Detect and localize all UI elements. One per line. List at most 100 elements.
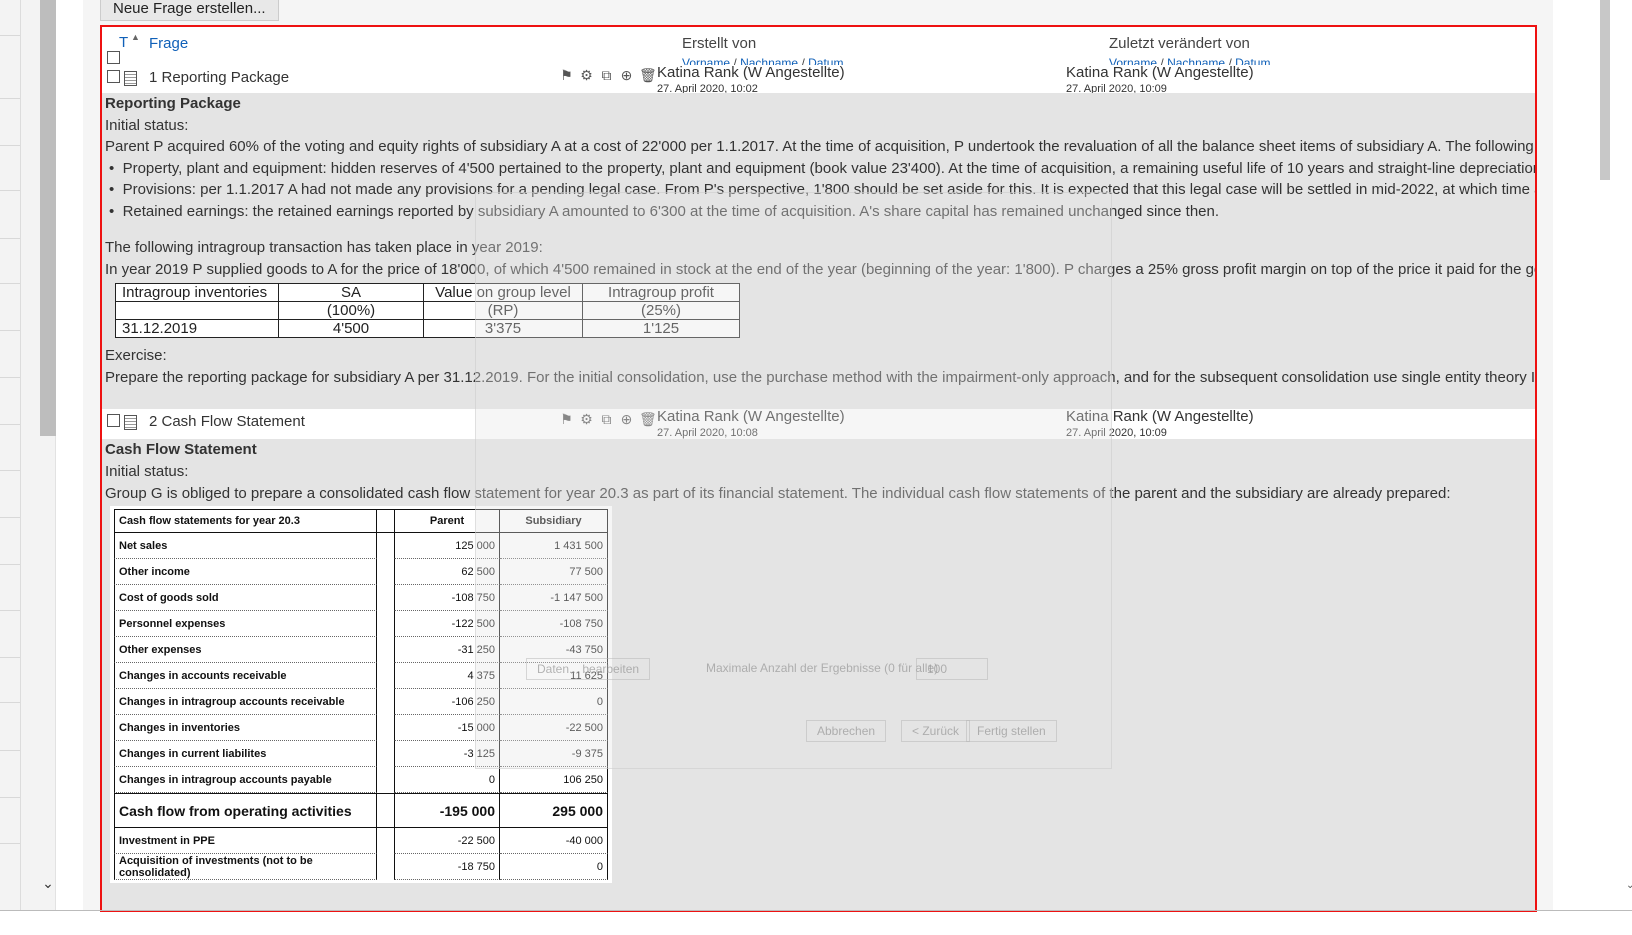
gutter-row	[0, 750, 20, 751]
table-row: Investment in PPE -22 500 -40 000	[114, 828, 608, 854]
preview-text: Parent P acquired 60% of the voting and …	[105, 138, 1537, 155]
row-gap	[377, 585, 394, 611]
subsidiary-value: 106 250	[500, 767, 608, 793]
chevron-down-icon[interactable]: ⌄	[1626, 880, 1632, 892]
right-scrollbar-thumb[interactable]	[1600, 0, 1610, 180]
back-button: < Zurück	[901, 720, 971, 742]
table-header: Cash flow statements for year 20.3	[114, 509, 377, 533]
document-icon	[124, 71, 137, 86]
new-question-button[interactable]: Neue Frage erstellen...	[100, 0, 279, 21]
row-gap	[377, 689, 394, 715]
row-label: Changes in inventories	[114, 715, 377, 741]
gutter-row	[0, 564, 20, 565]
row-gap	[377, 793, 394, 828]
zoom-icon[interactable]: ⊕	[619, 68, 634, 83]
row-label: Changes in intragroup accounts receivabl…	[114, 689, 377, 715]
gutter-row	[0, 797, 20, 798]
row-label: Other income	[114, 559, 377, 585]
gutter-row	[0, 35, 20, 36]
table-header: Intragroup inventories	[115, 283, 279, 302]
row-label: Investment in PPE	[114, 828, 377, 854]
row-gap	[377, 715, 394, 741]
window-divider	[0, 910, 1632, 911]
row-gap	[377, 854, 394, 880]
row-label: Personnel expenses	[114, 611, 377, 637]
row-gap	[377, 663, 394, 689]
row-gap	[377, 559, 394, 585]
subsidiary-value: 0	[500, 854, 608, 880]
row-label: Net sales	[114, 533, 377, 559]
parent-value: -195 000	[394, 793, 500, 828]
question-title[interactable]: 1 Reporting Package	[149, 69, 289, 86]
cancel-button: Abbrechen	[806, 720, 887, 742]
subsidiary-value: -40 000	[500, 828, 608, 854]
row-gap	[377, 533, 394, 559]
row-label: Changes in accounts receivable	[114, 663, 377, 689]
gutter-row	[0, 98, 20, 99]
edit-data-button: Daten... bearbeiten	[526, 658, 651, 680]
gutter-row	[0, 238, 20, 239]
question-title[interactable]: 2 Cash Flow Statement	[149, 413, 305, 430]
modified-by-header: Zuletzt verändert von	[1109, 35, 1250, 52]
row-gap	[377, 828, 394, 854]
table-row: Acquisition of investments (not to be co…	[114, 854, 608, 880]
table-header: SA	[278, 283, 424, 302]
row-gap	[377, 767, 394, 793]
left-scrollbar-thumb[interactable]	[40, 0, 56, 436]
preview-heading: Cash Flow Statement	[105, 441, 257, 458]
gutter-row	[0, 517, 20, 518]
gutter-row	[0, 610, 20, 611]
table-row: Cash flow from operating activities -195 …	[114, 793, 608, 828]
gutter-row	[0, 377, 20, 378]
type-column-header[interactable]: T	[119, 34, 128, 51]
parent-value: 0	[394, 767, 500, 793]
sort-ascending-icon[interactable]: ▲	[131, 32, 140, 42]
row-label: Cost of goods sold	[114, 585, 377, 611]
question-row[interactable]: 1 Reporting Package ⚑ ⚙ ⧉ ⊕ 🗑 Katina Ran…	[102, 65, 1535, 95]
gutter-row	[0, 330, 20, 331]
modified-name: Katina Rank (W Angestellte)	[1066, 64, 1254, 81]
max-results-input: 100	[916, 658, 988, 680]
gear-icon[interactable]: ⚙	[579, 68, 594, 83]
table-subheader: (100%)	[278, 301, 424, 320]
question-column-header[interactable]: Frage	[149, 35, 188, 52]
copy-icon[interactable]: ⧉	[599, 68, 614, 83]
question-checkbox[interactable]	[107, 70, 120, 83]
preview-text: Initial status:	[105, 117, 189, 134]
table-cell: 4'500	[278, 319, 424, 338]
gutter-row	[0, 470, 20, 471]
question-list: T ▲ Frage Erstellt von Zuletzt verändert…	[100, 25, 1537, 912]
gutter-row	[0, 283, 20, 284]
gutter-row	[0, 843, 20, 844]
row-actions: ⚑ ⚙ ⧉ ⊕ 🗑	[559, 68, 657, 83]
tag-icon[interactable]: ⚑	[559, 68, 574, 83]
ghost-dialog: Daten... bearbeiten Maximale Anzahl der …	[475, 192, 1112, 769]
table-row: Changes in intragroup accounts payable 0 1…	[114, 767, 608, 793]
preview-text: Exercise:	[105, 347, 167, 364]
document-icon	[124, 415, 137, 430]
parent-value: -18 750	[394, 854, 500, 880]
finish-button: Fertig stellen	[966, 720, 1057, 742]
gutter-row	[0, 702, 20, 703]
question-checkbox[interactable]	[107, 414, 120, 427]
row-gap	[377, 611, 394, 637]
row-label: Other expenses	[114, 637, 377, 663]
table-cell: 31.12.2019	[115, 319, 279, 338]
gutter-row	[0, 190, 20, 191]
row-label: Cash flow from operating activities	[114, 793, 377, 828]
preview-heading: Reporting Package	[105, 95, 241, 112]
gutter-row	[0, 424, 20, 425]
preview-text: Initial status:	[105, 463, 189, 480]
row-label: Changes in current liabilites	[114, 741, 377, 767]
row-label: Changes in intragroup accounts payable	[114, 767, 377, 793]
row-gap	[377, 741, 394, 767]
chevron-down-icon[interactable]: ⌄	[40, 875, 56, 891]
row-gap	[377, 637, 394, 663]
row-label: Acquisition of investments (not to be co…	[114, 854, 377, 880]
max-results-label: Maximale Anzahl der Ergebnisse (0 für al…	[706, 661, 939, 675]
select-all-checkbox[interactable]	[107, 51, 120, 64]
gutter-edge	[20, 0, 21, 910]
parent-value: -22 500	[394, 828, 500, 854]
trash-icon[interactable]: 🗑	[639, 68, 657, 83]
created-name: Katina Rank (W Angestellte)	[657, 64, 845, 81]
